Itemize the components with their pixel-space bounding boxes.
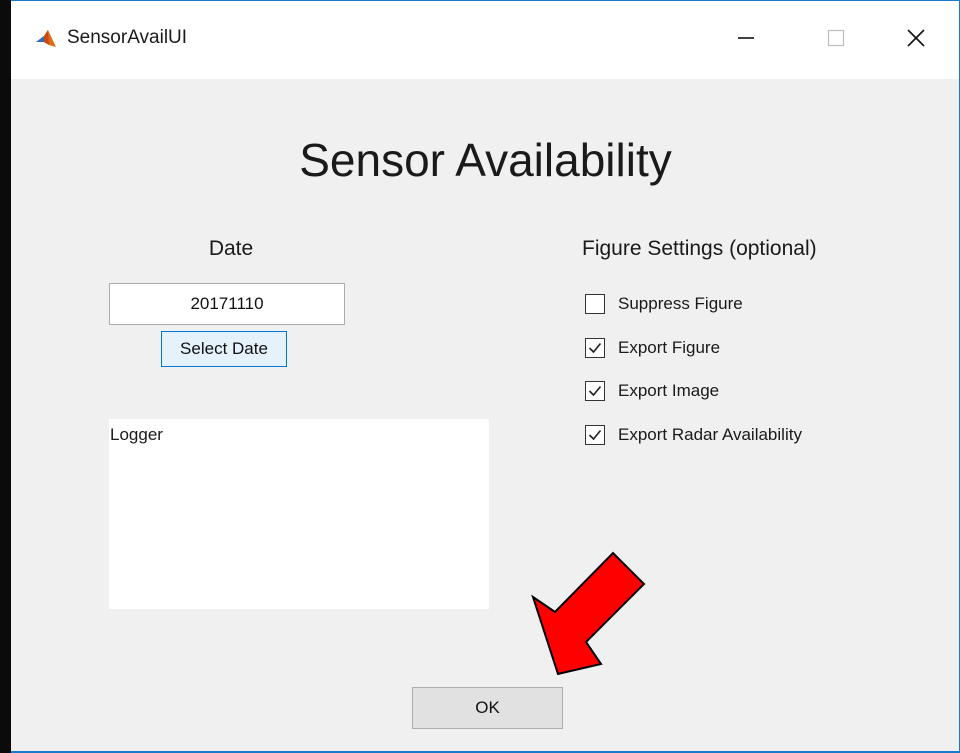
checkbox-label: Suppress Figure [618,294,743,313]
minimize-button[interactable] [701,1,791,79]
minimize-icon [736,28,756,53]
close-button[interactable] [871,1,960,79]
red-arrow-icon [521,549,671,684]
matlab-icon [35,28,57,50]
export-figure-checkbox[interactable]: Export Figure [585,336,720,360]
maximize-button[interactable] [791,1,881,79]
logger-text: Logger [110,425,163,444]
export-image-checkbox[interactable]: Export Image [585,379,719,403]
checkmark-icon [588,429,602,441]
checkbox-label: Export Image [618,381,720,400]
checkmark-icon [588,385,602,397]
checkbox-label: Export Radar Availability [618,425,802,444]
date-label: Date [208,237,254,260]
suppress-figure-checkbox[interactable]: Suppress Figure [585,292,743,316]
checkbox-box[interactable] [585,294,605,314]
checkbox-box[interactable] [585,381,605,401]
figure-settings-heading: Figure Settings (optional) [582,237,817,260]
ok-button[interactable]: OK [412,687,563,729]
maximize-icon [826,28,846,53]
window-title: SensorAvailUI [67,27,188,48]
checkmark-icon [588,342,602,354]
export-radar-availability-checkbox[interactable]: Export Radar Availability [585,423,802,447]
app-window: SensorAvailUI Sensor Availability Date 2… [11,0,960,753]
close-icon [906,28,926,53]
checkbox-box[interactable] [585,338,605,358]
page-title: Sensor Availability [299,134,672,186]
checkbox-box[interactable] [585,425,605,445]
desktop-edge [0,0,11,753]
date-field[interactable] [109,283,345,325]
screen: SensorAvailUI Sensor Availability Date 2… [0,0,960,753]
title-bar[interactable]: SensorAvailUI [11,1,959,79]
select-date-button[interactable]: Select Date [161,331,287,367]
checkbox-label: Export Figure [618,338,721,357]
logger-box: Logger [109,419,489,609]
